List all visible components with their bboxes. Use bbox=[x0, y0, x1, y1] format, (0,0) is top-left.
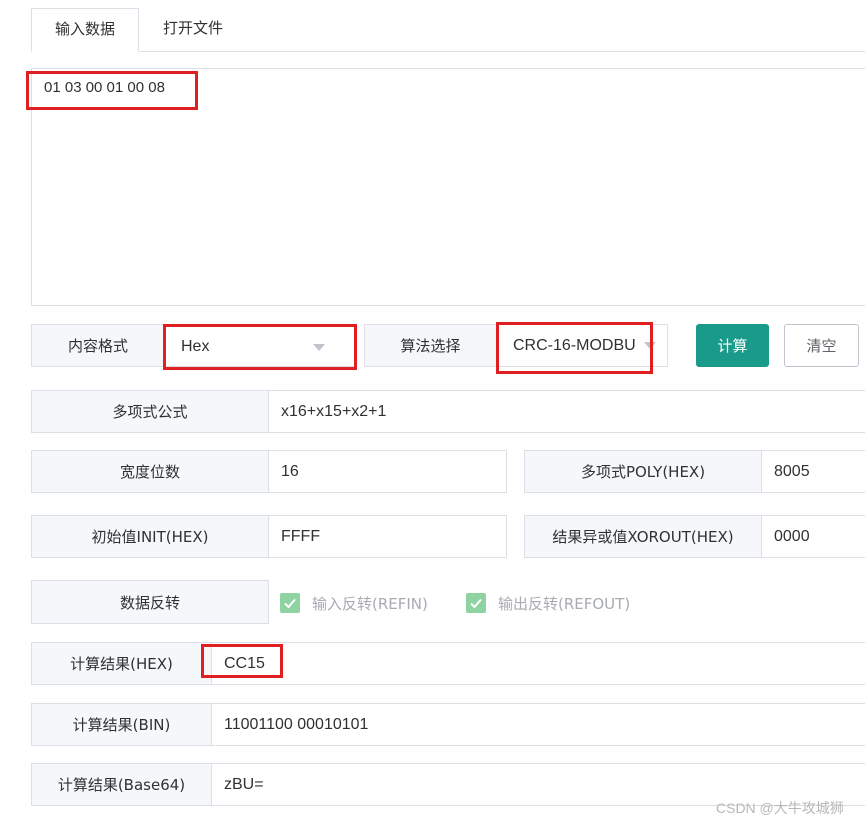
reverse-label: 数据反转 bbox=[31, 580, 269, 624]
init-field[interactable]: FFFF bbox=[268, 515, 507, 558]
result-hex-label: 计算结果(HEX) bbox=[31, 642, 212, 685]
result-hex-value: CC15 bbox=[211, 642, 865, 685]
clear-button[interactable]: 清空 bbox=[784, 324, 859, 367]
xorout-label: 结果异或值XOROUT(HEX) bbox=[524, 515, 762, 558]
highlight-algorithm bbox=[496, 322, 653, 374]
result-bin-value: 11001100 00010101 bbox=[211, 703, 865, 746]
init-label: 初始值INIT(HEX) bbox=[31, 515, 269, 558]
watermark: CSDN @大牛攻城狮 bbox=[716, 800, 844, 816]
xorout-field[interactable]: 0000 bbox=[761, 515, 865, 558]
calculate-button[interactable]: 计算 bbox=[696, 324, 769, 367]
highlight-format bbox=[163, 324, 357, 370]
algorithm-label: 算法选择 bbox=[364, 324, 497, 367]
poly-label: 多项式POLY(HEX) bbox=[524, 450, 762, 493]
highlight-input bbox=[26, 71, 198, 110]
checkmark-icon bbox=[284, 598, 296, 609]
result-bin-label: 计算结果(BIN) bbox=[31, 703, 212, 746]
tab-input-data[interactable]: 输入数据 bbox=[31, 8, 139, 52]
refout-label: 输出反转(REFOUT) bbox=[498, 595, 631, 613]
result-base64-label: 计算结果(Base64) bbox=[31, 763, 212, 806]
polynomial-formula-label: 多项式公式 bbox=[31, 390, 269, 433]
width-field[interactable]: 16 bbox=[268, 450, 507, 493]
poly-field[interactable]: 8005 bbox=[761, 450, 865, 493]
polynomial-formula-value: x16+x15+x2+1 bbox=[268, 390, 865, 433]
refin-label: 输入反转(REFIN) bbox=[312, 595, 428, 613]
checkmark-icon bbox=[470, 598, 482, 609]
refin-checkbox[interactable] bbox=[280, 593, 300, 613]
highlight-result-hex bbox=[201, 644, 283, 678]
tab-open-file[interactable]: 打开文件 bbox=[139, 8, 247, 52]
format-label: 内容格式 bbox=[31, 324, 165, 367]
width-label: 宽度位数 bbox=[31, 450, 269, 493]
refout-checkbox[interactable] bbox=[466, 593, 486, 613]
